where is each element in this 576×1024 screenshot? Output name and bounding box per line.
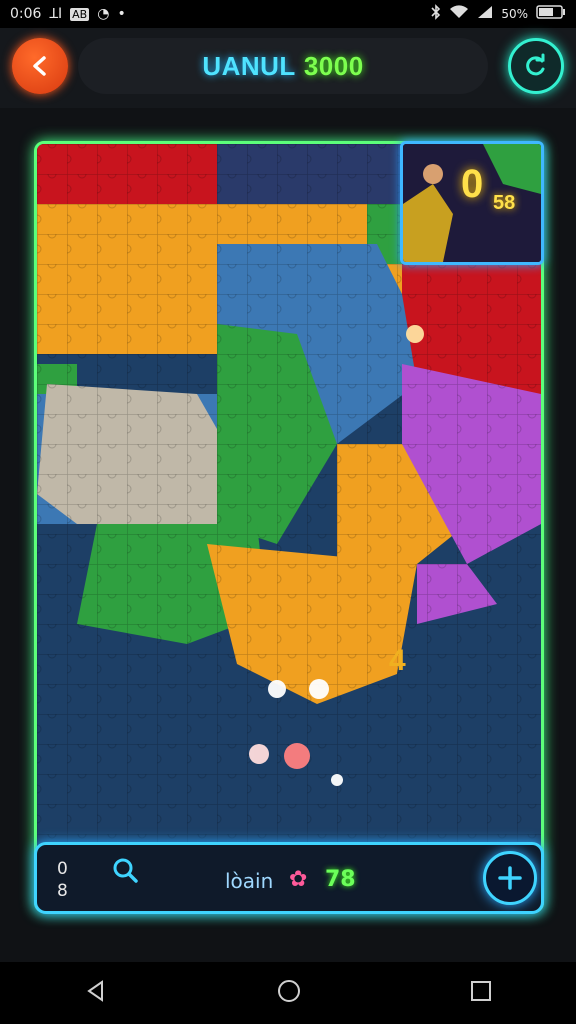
status-bar: 0:06 ꓕI AB ◔ • 50%	[0, 0, 576, 28]
arrow-left-icon	[33, 56, 46, 76]
magnifier-icon[interactable]	[109, 855, 141, 891]
flower-icon: ✿	[289, 867, 308, 892]
back-nav-icon[interactable]	[84, 979, 108, 1007]
signal-icon	[477, 5, 493, 23]
plus-icon	[498, 866, 522, 890]
home-nav-icon[interactable]	[277, 979, 301, 1007]
status-badge: AB	[70, 7, 90, 21]
counter-bottom: 8	[57, 881, 68, 901]
recents-nav-icon[interactable]	[470, 980, 492, 1006]
preview-score: 0	[461, 162, 484, 206]
control-panel: 0 8 lòain ✿ 78	[34, 842, 544, 914]
battery-icon	[536, 5, 566, 23]
battery-text: 50%	[501, 7, 528, 21]
back-button[interactable]	[12, 38, 68, 94]
bluetooth-icon	[431, 4, 441, 24]
puzzle-title: UANUL 3000	[78, 38, 488, 94]
add-button[interactable]	[483, 851, 537, 905]
status-time: 0:06	[10, 6, 42, 22]
preview-subscore: 58	[493, 192, 516, 214]
game-header: UANUL 3000	[0, 28, 576, 108]
status-circle-icon: ◔	[97, 6, 110, 22]
preview-thumbnail[interactable]: 0 58	[400, 141, 544, 265]
pieces-count: 78	[325, 867, 356, 892]
counter-top: 0	[57, 859, 68, 879]
wifi-icon	[449, 5, 469, 23]
title-text: UANUL	[202, 50, 296, 81]
status-glyphs: ꓕI	[49, 6, 63, 22]
hint-button[interactable]	[508, 38, 564, 94]
floating-piece[interactable]: 4	[389, 644, 406, 678]
system-nav-bar	[0, 962, 576, 1024]
title-number: 3000	[303, 50, 364, 81]
status-dot: •	[117, 6, 126, 22]
refresh-icon	[526, 53, 545, 76]
pieces-label: lòain	[225, 869, 274, 893]
